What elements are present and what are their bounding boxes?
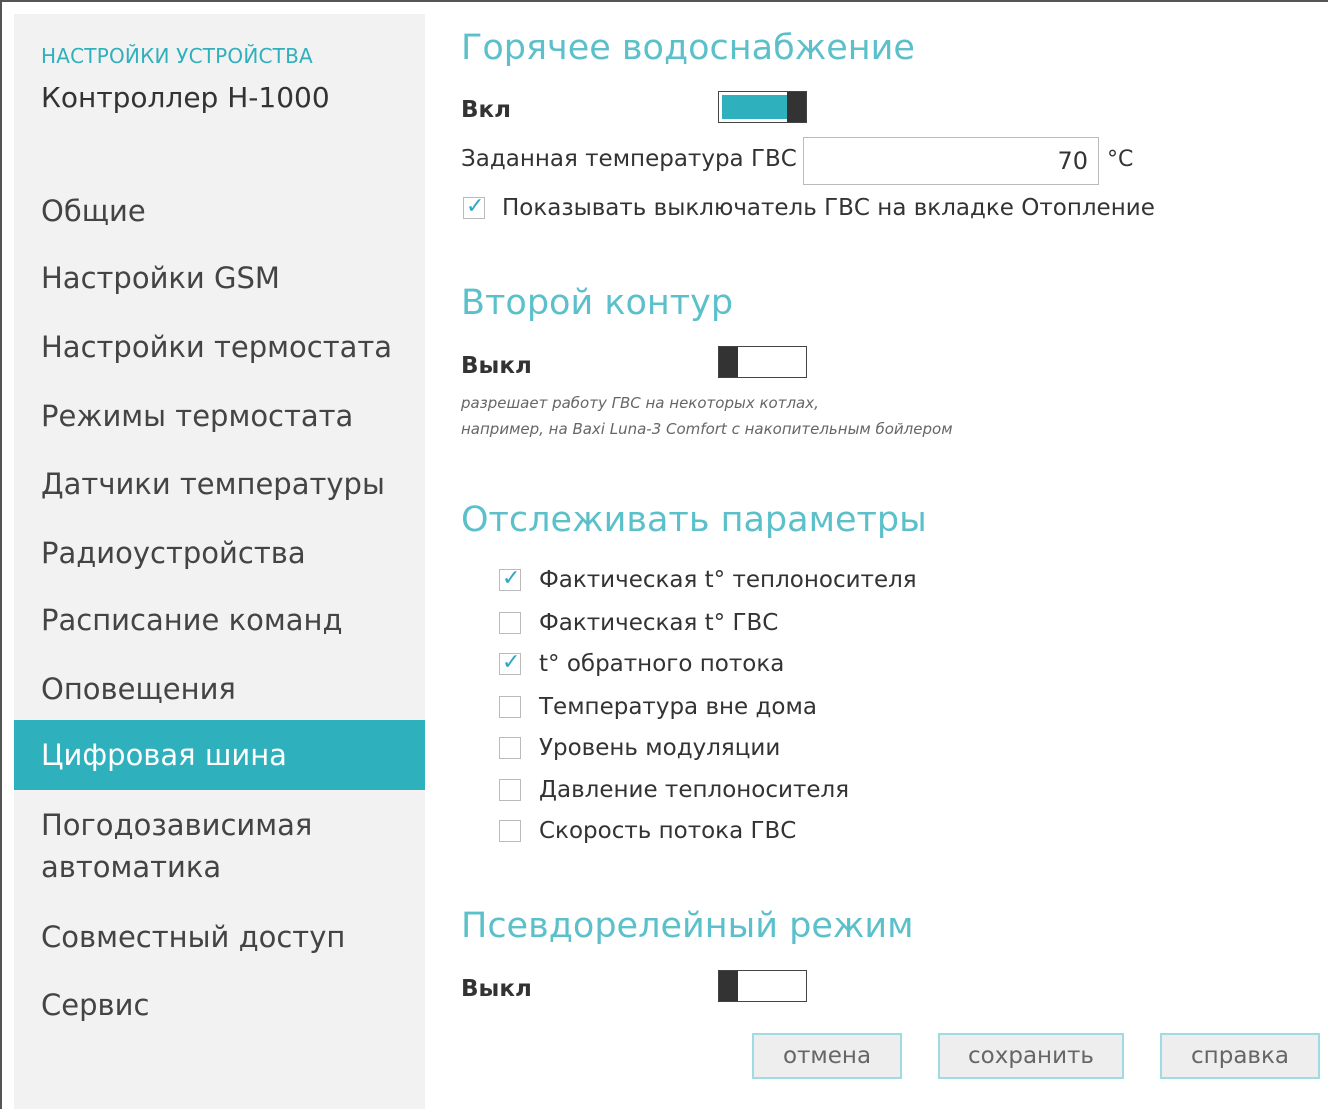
monitor-item-label: t° обратного потока <box>539 651 785 677</box>
sidebar-item-label: Цифровая шина <box>41 738 287 772</box>
temp-unit: °C <box>1107 147 1134 172</box>
monitor-checkbox[interactable]: ✓ <box>499 650 521 675</box>
device-name: Контроллер H-1000 <box>41 81 330 114</box>
check-icon: ✓ <box>466 194 485 219</box>
sidebar-item-notifications[interactable]: Оповещения <box>14 655 425 723</box>
sidebar-item-label-line1: Погодозависимая <box>41 808 313 842</box>
check-icon: ✓ <box>502 566 521 591</box>
pseudo-relay-toggle[interactable] <box>718 970 807 1002</box>
monitor-item-label: Скорость потока ГВС <box>539 818 797 844</box>
monitor-item-label: Фактическая t° теплоносителя <box>539 567 917 593</box>
check-icon: ✓ <box>502 650 521 675</box>
sidebar-item-digital-bus[interactable]: Цифровая шина <box>14 720 425 790</box>
hot-water-state-label: Вкл <box>461 97 511 123</box>
monitor-checkbox[interactable] <box>499 612 521 634</box>
sidebar-item-thermostat-settings[interactable]: Настройки термостата <box>14 313 425 381</box>
sidebar-item-label: Датчики температуры <box>41 467 385 501</box>
monitor-checkbox[interactable] <box>499 737 521 759</box>
save-button[interactable]: сохранить <box>938 1033 1124 1079</box>
section-title-monitor: Отслеживать параметры <box>461 500 927 540</box>
monitor-checkbox[interactable] <box>499 696 521 718</box>
sidebar-item-radio-devices[interactable]: Радиоустройства <box>14 519 425 587</box>
toggle-thumb <box>787 92 806 122</box>
second-circuit-state-label: Выкл <box>461 353 532 379</box>
sidebar-item-label: Сервис <box>41 988 150 1022</box>
sidebar-item-thermostat-modes[interactable]: Режимы термостата <box>14 382 425 450</box>
monitor-checkbox[interactable] <box>499 779 521 801</box>
show-switch-checkbox[interactable]: ✓ <box>463 194 485 219</box>
sidebar-item-label: Расписание команд <box>41 603 343 637</box>
sidebar-item-gsm[interactable]: Настройки GSM <box>14 244 425 312</box>
second-circuit-note-line2: например, на Baxi Luna-3 Comfort с накоп… <box>461 420 953 438</box>
toggle-thumb <box>719 971 738 1001</box>
sidebar-item-label: Совместный доступ <box>41 920 346 954</box>
sidebar-item-label: Настройки термостата <box>41 330 393 364</box>
hot-water-temp-label: Заданная температура ГВС <box>461 146 797 172</box>
cancel-button[interactable]: отмена <box>752 1033 902 1079</box>
sidebar-item-label: Оповещения <box>41 672 236 706</box>
toggle-fill <box>722 95 792 119</box>
sidebar-item-general[interactable]: Общие <box>14 177 425 245</box>
monitor-checkbox[interactable] <box>499 820 521 842</box>
settings-panel: Горячее водоснабжение Вкл Заданная темпе… <box>425 0 1328 1109</box>
hot-water-toggle[interactable] <box>718 91 807 123</box>
section-title-pseudo-relay: Псевдорелейный режим <box>461 906 914 946</box>
monitor-item-label: Уровень модуляции <box>539 735 781 761</box>
sidebar-item-temperature-sensors[interactable]: Датчики температуры <box>14 450 425 518</box>
help-button[interactable]: справка <box>1160 1033 1320 1079</box>
second-circuit-note-line1: разрешает работу ГВС на некоторых котлах… <box>461 394 819 412</box>
sidebar-caption: НАСТРОЙКИ УСТРОЙСТВА <box>41 44 313 68</box>
sidebar-item-weather-automation[interactable]: Погодозависимая автоматика <box>14 804 425 894</box>
hot-water-temp-input[interactable] <box>803 137 1099 185</box>
monitor-item-label: Фактическая t° ГВС <box>539 610 779 636</box>
monitor-item-label: Давление теплоносителя <box>539 777 850 803</box>
pseudo-relay-state-label: Выкл <box>461 976 532 1002</box>
sidebar-item-label: Режимы термостата <box>41 399 354 433</box>
monitor-checkbox[interactable]: ✓ <box>499 566 521 591</box>
second-circuit-toggle[interactable] <box>718 346 807 378</box>
sidebar-item-label: Общие <box>41 194 146 228</box>
show-switch-label: Показывать выключатель ГВС на вкладке От… <box>502 195 1155 221</box>
sidebar-item-label: Радиоустройства <box>41 536 306 570</box>
sidebar-item-label-line2: автоматика <box>41 850 222 884</box>
sidebar-item-label: Настройки GSM <box>41 261 280 295</box>
sidebar-item-shared-access[interactable]: Совместный доступ <box>14 903 425 971</box>
toggle-thumb <box>719 347 738 377</box>
section-title-second-circuit: Второй контур <box>461 283 734 323</box>
section-title-hot-water: Горячее водоснабжение <box>461 28 915 68</box>
monitor-item-label: Температура вне дома <box>539 694 817 720</box>
sidebar-item-command-schedule[interactable]: Расписание команд <box>14 586 425 654</box>
sidebar-item-service[interactable]: Сервис <box>14 971 425 1039</box>
sidebar: НАСТРОЙКИ УСТРОЙСТВА Контроллер H-1000 О… <box>14 14 425 1109</box>
